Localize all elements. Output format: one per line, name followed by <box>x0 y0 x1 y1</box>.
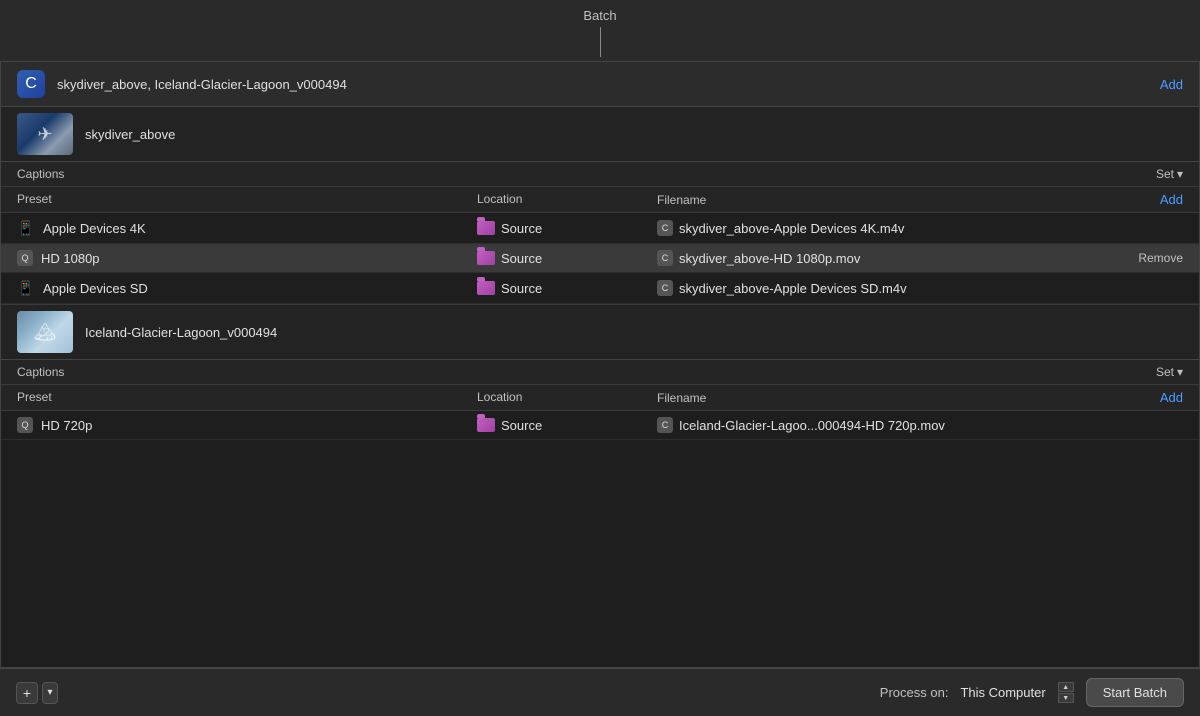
file-icon: C <box>657 250 673 266</box>
file-icon: C <box>657 417 673 433</box>
item1-col-preset: Preset <box>17 192 477 207</box>
footer-left: + ▾ <box>16 682 58 704</box>
item1-col-headers: Preset Location Filename Add <box>1 187 1199 213</box>
row4-location-label: Source <box>501 418 542 433</box>
row3-filename-label: skydiver_above-Apple Devices SD.m4v <box>679 281 907 296</box>
item2-name: Iceland-Glacier-Lagoon_v000494 <box>85 325 1183 340</box>
chevron-icon: ▾ <box>47 687 52 698</box>
item2-col-filename-wrap: Filename Add <box>657 390 1183 405</box>
group1-icon-letter: C <box>25 75 37 93</box>
row4-filename-label: Iceland-Glacier-Lagoo...000494-HD 720p.m… <box>679 418 945 433</box>
group1-icon: C <box>17 70 45 98</box>
item1-thumbnail: ✈ <box>17 113 73 155</box>
row4-preset: Q HD 720p <box>17 417 477 433</box>
group1-add-button[interactable]: Add <box>1160 77 1183 92</box>
process-on-label: Process on: <box>880 685 949 700</box>
skydiver-icon: ✈ <box>37 124 52 145</box>
item1-filename-add-button[interactable]: Add <box>1160 192 1183 207</box>
batch-title-area: Batch <box>0 0 1200 61</box>
add-dropdown-button[interactable]: ▾ <box>42 682 58 704</box>
hd-icon: Q <box>17 250 33 266</box>
row4-filename: C Iceland-Glacier-Lagoo...000494-HD 720p… <box>657 417 1183 433</box>
main-content: C skydiver_above, Iceland-Glacier-Lagoon… <box>0 61 1200 668</box>
item1-captions-row: Captions Set ▾ <box>1 162 1199 187</box>
row4-preset-label: HD 720p <box>41 418 92 433</box>
row1-filename-label: skydiver_above-Apple Devices 4K.m4v <box>679 221 904 236</box>
item2-set-button[interactable]: Set ▾ <box>1156 365 1183 379</box>
row3-filename: C skydiver_above-Apple Devices SD.m4v <box>657 280 1183 296</box>
row2-location: Source <box>477 251 657 266</box>
item2-captions-row: Captions Set ▾ <box>1 360 1199 385</box>
row1-location-label: Source <box>501 221 542 236</box>
row2-preset-label: HD 1080p <box>41 251 100 266</box>
item2-thumbnail: 🏔 <box>17 311 73 353</box>
group1-title: skydiver_above, Iceland-Glacier-Lagoon_v… <box>57 77 1160 92</box>
item1-header: ✈ skydiver_above <box>1 107 1199 162</box>
item2-col-location: Location <box>477 390 657 405</box>
item1-set-chevron: ▾ <box>1177 167 1183 181</box>
phone-icon: 📱 <box>17 279 35 297</box>
start-batch-button[interactable]: Start Batch <box>1086 678 1184 707</box>
group1-header: C skydiver_above, Iceland-Glacier-Lagoon… <box>1 62 1199 107</box>
folder-icon <box>477 281 495 295</box>
stepper-down-icon: ▼ <box>1062 695 1069 702</box>
item1-captions-label: Captions <box>17 167 64 181</box>
stepper-up-button[interactable]: ▲ <box>1058 682 1074 692</box>
item2-col-headers: Preset Location Filename Add <box>1 385 1199 411</box>
phone-icon: 📱 <box>17 219 35 237</box>
folder-icon <box>477 251 495 265</box>
add-icon: + <box>23 685 31 701</box>
hd-icon: Q <box>17 417 33 433</box>
row3-location: Source <box>477 281 657 296</box>
footer: + ▾ Process on: This Computer ▲ ▼ Start … <box>0 668 1200 716</box>
row3-preset-label: Apple Devices SD <box>43 281 148 296</box>
row2-preset: Q HD 1080p <box>17 250 477 266</box>
row2-remove-button[interactable]: Remove <box>1138 251 1183 265</box>
item2-captions-label: Captions <box>17 365 64 379</box>
item2-set-chevron: ▾ <box>1177 365 1183 379</box>
row3-location-label: Source <box>501 281 542 296</box>
glacier-icon: 🏔 <box>34 322 57 343</box>
table-row[interactable]: 📱 Apple Devices 4K Source C skydiver_abo… <box>1 213 1199 244</box>
item2-col-filename: Filename <box>657 391 706 405</box>
stepper-up-icon: ▲ <box>1062 684 1069 691</box>
folder-icon <box>477 221 495 235</box>
batch-title: Batch <box>583 8 616 23</box>
add-batch-button[interactable]: + <box>16 682 38 704</box>
file-icon: C <box>657 220 673 236</box>
process-stepper[interactable]: ▲ ▼ <box>1058 682 1074 703</box>
row1-preset-label: Apple Devices 4K <box>43 221 146 236</box>
row2-filename: C skydiver_above-HD 1080p.mov Remove <box>657 250 1183 266</box>
folder-icon <box>477 418 495 432</box>
item1-name: skydiver_above <box>85 127 1183 142</box>
item1-col-filename-wrap: Filename Add <box>657 192 1183 207</box>
table-row[interactable]: Q HD 720p Source C Iceland-Glacier-Lagoo… <box>1 411 1199 440</box>
footer-right: Process on: This Computer ▲ ▼ Start Batc… <box>880 678 1184 707</box>
item1-set-button[interactable]: Set ▾ <box>1156 167 1183 181</box>
row2-filename-label: skydiver_above-HD 1080p.mov <box>679 251 860 266</box>
process-value: This Computer <box>960 685 1045 700</box>
item1-col-filename: Filename <box>657 193 706 207</box>
item1-col-location: Location <box>477 192 657 207</box>
item2-col-preset: Preset <box>17 390 477 405</box>
row3-preset: 📱 Apple Devices SD <box>17 279 477 297</box>
item2-header: 🏔 Iceland-Glacier-Lagoon_v000494 <box>1 305 1199 360</box>
row2-location-label: Source <box>501 251 542 266</box>
table-row[interactable]: Q HD 1080p Source C skydiver_above-HD 10… <box>1 244 1199 273</box>
row4-location: Source <box>477 418 657 433</box>
table-row[interactable]: 📱 Apple Devices SD Source C skydiver_abo… <box>1 273 1199 304</box>
item2-filename-add-button[interactable]: Add <box>1160 390 1183 405</box>
stepper-down-button[interactable]: ▼ <box>1058 693 1074 703</box>
file-icon: C <box>657 280 673 296</box>
row1-location: Source <box>477 221 657 236</box>
row1-preset: 📱 Apple Devices 4K <box>17 219 477 237</box>
row1-filename: C skydiver_above-Apple Devices 4K.m4v <box>657 220 1183 236</box>
